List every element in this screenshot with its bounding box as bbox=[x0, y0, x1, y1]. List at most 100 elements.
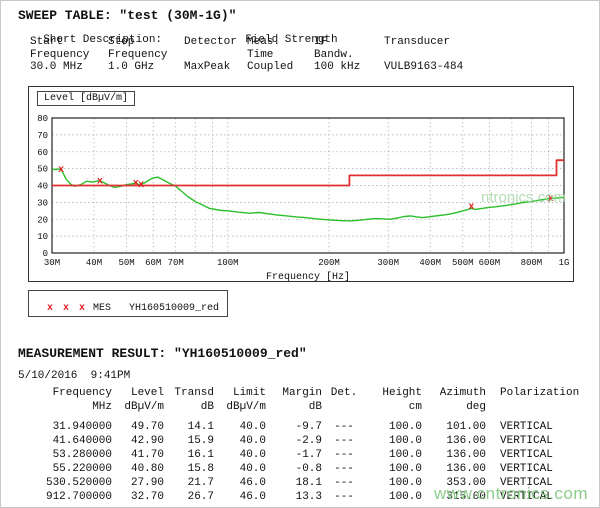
svg-text:x: x bbox=[468, 202, 474, 213]
header-cell: Frequency bbox=[20, 386, 112, 400]
col-transducer-h2 bbox=[384, 49, 534, 62]
svg-text:400M: 400M bbox=[419, 258, 441, 268]
sweep-header-row-1: Start Stop Detector Meas. IF Transducer bbox=[30, 36, 534, 49]
if-bandwidth-value: 100 kHz bbox=[314, 61, 384, 74]
sweep-header-row-2: Frequency Frequency Time Bandw. bbox=[30, 49, 534, 62]
col-stop-h1: Stop bbox=[108, 36, 184, 49]
svg-text:40M: 40M bbox=[86, 258, 102, 268]
measurement-result-title: MEASUREMENT RESULT: "YH160510009_red" bbox=[18, 346, 307, 361]
table-cell: 100.0 bbox=[366, 448, 422, 462]
header-cell: Height bbox=[366, 386, 422, 400]
header-cell: dB bbox=[266, 400, 322, 414]
svg-text:40: 40 bbox=[37, 182, 48, 192]
col-meas-h2: Time bbox=[247, 49, 314, 62]
table-cell: 136.00 bbox=[422, 462, 486, 476]
table-row: 53.28000041.7016.140.0-1.7---100.0136.00… bbox=[20, 448, 600, 462]
svg-text:30: 30 bbox=[37, 198, 48, 208]
table-cell: 41.640000 bbox=[20, 434, 112, 448]
y-axis-label-box: Level [dBµV/m] bbox=[37, 91, 135, 106]
table-cell: 41.70 bbox=[112, 448, 164, 462]
table-cell: 32.70 bbox=[112, 490, 164, 504]
table-cell: 14.1 bbox=[164, 420, 214, 434]
col-transducer-h1: Transducer bbox=[384, 36, 534, 49]
table-cell: 55.220000 bbox=[20, 462, 112, 476]
table-cell: --- bbox=[322, 434, 366, 448]
table-cell: VERTICAL bbox=[486, 462, 600, 476]
col-if-h1: IF bbox=[314, 36, 384, 49]
table-cell: -9.7 bbox=[266, 420, 322, 434]
table-cell: -2.9 bbox=[266, 434, 322, 448]
svg-text:70: 70 bbox=[37, 131, 48, 141]
header-cell: deg bbox=[422, 400, 486, 414]
header-cell: Det. bbox=[322, 386, 366, 400]
start-frequency-value: 30.0 MHz bbox=[30, 61, 108, 74]
table-cell: 100.0 bbox=[366, 420, 422, 434]
detector-value: MaxPeak bbox=[184, 61, 247, 74]
table-cell: 40.80 bbox=[112, 462, 164, 476]
header-cell: Transd bbox=[164, 386, 214, 400]
table-cell: 53.280000 bbox=[20, 448, 112, 462]
table-cell: 15.8 bbox=[164, 462, 214, 476]
table-cell: 40.0 bbox=[214, 420, 266, 434]
table-cell: -0.8 bbox=[266, 462, 322, 476]
measurement-datetime: 5/10/2016 9:41PM bbox=[18, 370, 130, 382]
table-cell: 46.0 bbox=[214, 490, 266, 504]
table-cell: --- bbox=[322, 476, 366, 490]
table-cell: 21.7 bbox=[164, 476, 214, 490]
header-cell: MHz bbox=[20, 400, 112, 414]
col-meas-h1: Meas. bbox=[247, 36, 314, 49]
level-chart: Level [dBµV/m] 0102030405060708030M40M50… bbox=[28, 86, 574, 282]
svg-text:60: 60 bbox=[37, 148, 48, 158]
table-cell: 42.90 bbox=[112, 434, 164, 448]
svg-text:300M: 300M bbox=[377, 258, 399, 268]
marker-symbol-legend: x x x bbox=[47, 303, 87, 314]
table-cell: --- bbox=[322, 490, 366, 504]
header-cell: dB bbox=[164, 400, 214, 414]
table-cell: 100.0 bbox=[366, 476, 422, 490]
table-cell: 100.0 bbox=[366, 462, 422, 476]
svg-text:x: x bbox=[97, 177, 103, 188]
svg-text:80: 80 bbox=[37, 114, 48, 124]
table-cell: 136.00 bbox=[422, 434, 486, 448]
svg-text:x: x bbox=[58, 165, 64, 176]
table-header-row: FrequencyLevelTransdLimitMarginDet.Heigh… bbox=[20, 386, 600, 400]
table-row: 41.64000042.9015.940.0-2.9---100.0136.00… bbox=[20, 434, 600, 448]
svg-text:500M: 500M bbox=[452, 258, 474, 268]
col-detector-h2 bbox=[184, 49, 247, 62]
svg-text:600M: 600M bbox=[479, 258, 501, 268]
table-cell: 27.90 bbox=[112, 476, 164, 490]
table-cell: 40.0 bbox=[214, 462, 266, 476]
chart-legend: x x xMESYH160510009_red bbox=[28, 290, 228, 317]
table-cell: -1.7 bbox=[266, 448, 322, 462]
svg-text:70M: 70M bbox=[168, 258, 184, 268]
table-cell: VERTICAL bbox=[486, 434, 600, 448]
watermark-bottom: www.cntronics.com bbox=[434, 484, 588, 504]
svg-text:20: 20 bbox=[37, 215, 48, 225]
col-stop-h2: Frequency bbox=[108, 49, 184, 62]
table-cell: 100.0 bbox=[366, 434, 422, 448]
table-cell: 18.1 bbox=[266, 476, 322, 490]
svg-text:1G: 1G bbox=[559, 258, 570, 268]
transducer-value: VULB9163-484 bbox=[384, 61, 534, 74]
header-cell: dBµV/m bbox=[112, 400, 164, 414]
header-cell: cm bbox=[366, 400, 422, 414]
table-cell: 40.0 bbox=[214, 434, 266, 448]
legend-trace-name: YH160510009_red bbox=[129, 303, 219, 314]
meas-time-value: Coupled bbox=[247, 61, 314, 74]
header-cell: dBµV/m bbox=[214, 400, 266, 414]
col-start-h2: Frequency bbox=[30, 49, 108, 62]
sweep-table-title: SWEEP TABLE: "test (30M-1G)" bbox=[18, 8, 236, 23]
table-cell: 16.1 bbox=[164, 448, 214, 462]
table-cell: 15.9 bbox=[164, 434, 214, 448]
header-cell: Limit bbox=[214, 386, 266, 400]
svg-text:200M: 200M bbox=[318, 258, 340, 268]
col-if-h2: Bandw. bbox=[314, 49, 384, 62]
table-cell: --- bbox=[322, 448, 366, 462]
table-cell: --- bbox=[322, 420, 366, 434]
table-cell: --- bbox=[322, 462, 366, 476]
table-header-row: MHzdBµV/mdBdBµV/mdBcmdeg bbox=[20, 400, 600, 414]
header-cell: Azimuth bbox=[422, 386, 486, 400]
table-cell: VERTICAL bbox=[486, 448, 600, 462]
table-cell: 530.520000 bbox=[20, 476, 112, 490]
table-cell: 13.3 bbox=[266, 490, 322, 504]
